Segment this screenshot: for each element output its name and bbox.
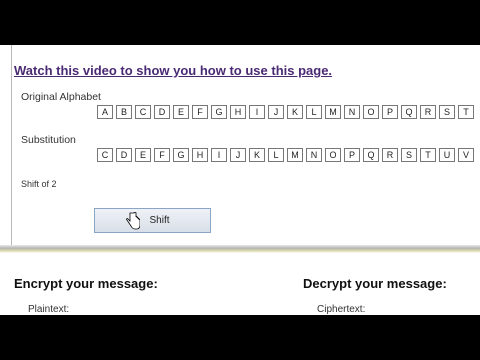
letter-box: Q [363,148,379,162]
letter-box: S [401,148,417,162]
letter-box: L [306,105,322,119]
letter-box: R [420,105,436,119]
letter-box: M [325,105,341,119]
letter-box: D [116,148,132,162]
ciphertext-label: Ciphertext: [317,304,366,315]
letter-box: I [211,148,227,162]
letter-box: H [192,148,208,162]
letter-box: M [287,148,303,162]
letter-box: L [268,148,284,162]
page-frame: Watch this video to show you how to use … [0,45,480,315]
letter-box: E [173,105,189,119]
letter-box: J [268,105,284,119]
shift-button[interactable]: Shift [94,208,211,233]
letter-box: C [97,148,113,162]
letter-box: B [116,105,132,119]
substitution-label: Substitution [21,134,76,146]
letter-box: T [420,148,436,162]
letter-box: S [439,105,455,119]
section-divider [0,245,480,253]
letter-box: G [173,148,189,162]
shift-button-label: Shift [149,215,170,226]
letter-box: J [230,148,246,162]
letter-box: N [306,148,322,162]
letter-box: K [287,105,303,119]
letter-box: O [363,105,379,119]
letter-box: F [154,148,170,162]
original-alphabet-row: ABCDEFGHIJKLMNOPQRST [97,105,474,119]
letter-box: D [154,105,170,119]
decrypt-heading: Decrypt your message: [303,276,447,291]
letter-box: A [97,105,113,119]
letter-box: O [325,148,341,162]
letter-box: R [382,148,398,162]
plaintext-label: Plaintext: [28,304,70,315]
letter-box: Q [401,105,417,119]
shift-amount-label: Shift of 2 [21,179,57,189]
letter-box: N [344,105,360,119]
left-divider [11,45,12,245]
substitution-row: CDEFGHIJKLMNOPQRSTUV [97,148,474,162]
encrypt-heading: Encrypt your message: [14,276,158,291]
letter-box: F [192,105,208,119]
letter-box: C [135,105,151,119]
letter-box: H [230,105,246,119]
original-alphabet-label: Original Alphabet [21,91,101,103]
video-help-link[interactable]: Watch this video to show you how to use … [14,63,332,78]
hand-cursor-icon [126,212,140,230]
letter-box: V [458,148,474,162]
letter-box: G [211,105,227,119]
letter-box: K [249,148,265,162]
letter-box: T [458,105,474,119]
letter-box: E [135,148,151,162]
letter-box: P [344,148,360,162]
letter-box: I [249,105,265,119]
letter-box: U [439,148,455,162]
letter-box: P [382,105,398,119]
